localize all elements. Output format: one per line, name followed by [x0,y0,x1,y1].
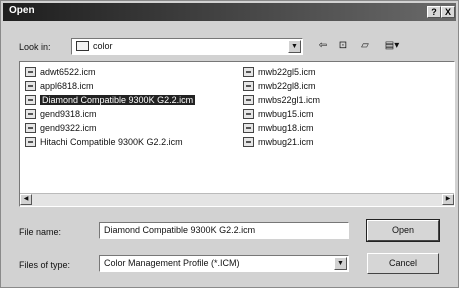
file-item-label: mwb22gl5.icm [258,67,316,77]
file-item[interactable]: mwbs22gl1.icm [242,94,324,107]
file-item-label: mwb22gl8.icm [258,81,316,91]
open-dialog: Open ? X Look in: color ▼ ⇦ ⊡ ▱ ▤▾ adwt6… [0,0,459,288]
file-item[interactable]: gend9318.icm [24,108,101,121]
chevron-down-icon[interactable]: ▼ [334,257,347,270]
title-bar: Open ? X [3,3,456,21]
icm-file-icon [25,81,36,91]
file-item-label: appl6818.icm [40,81,94,91]
file-name-label: File name: [19,227,62,237]
file-item[interactable]: mwb22gl5.icm [242,66,320,79]
file-item[interactable]: mwbug18.icm [242,122,318,135]
dialog-title: Open [9,5,35,16]
scroll-left-icon[interactable]: ◀ [20,194,32,205]
file-item[interactable]: mwb22gl8.icm [242,80,320,93]
file-item-label: gend9322.icm [40,123,97,133]
file-item-label: mwbug21.icm [258,137,314,147]
file-list[interactable]: adwt6522.icm appl6818.icm Diamond Compatib… [19,61,455,207]
folder-icon [76,40,89,51]
file-item-label: gend9318.icm [40,109,97,119]
chevron-down-icon[interactable]: ▼ [288,40,301,53]
icm-file-icon [25,95,36,105]
horizontal-scrollbar[interactable]: ◀ ▶ [20,193,454,206]
file-item-label: mwbs22gl1.icm [258,95,321,105]
file-name-field[interactable]: Diamond Compatible 9300K G2.2.icm [99,222,349,239]
look-in-select[interactable]: color ▼ [71,38,303,55]
icm-file-icon [243,95,254,105]
icm-file-icon [243,137,254,147]
new-folder-icon[interactable]: ▱ [357,39,373,53]
file-item[interactable]: gend9322.icm [24,122,101,135]
icm-file-icon [25,137,36,147]
file-item-label: adwt6522.icm [40,67,96,77]
file-item-label: mwbug18.icm [258,123,314,133]
look-in-label: Look in: [19,42,51,52]
cancel-button[interactable]: Cancel [367,253,439,274]
scroll-right-icon[interactable]: ▶ [442,194,454,205]
help-button[interactable]: ? [427,6,441,18]
icm-file-icon [243,109,254,119]
icm-file-icon [243,123,254,133]
close-button[interactable]: X [441,6,455,18]
file-item[interactable]: Diamond Compatible 9300K G2.2.icm [24,94,199,107]
icm-file-icon [243,81,254,91]
file-type-value: Color Management Profile (*.ICM) [104,258,240,268]
look-in-value: color [93,41,113,51]
icm-file-icon [25,67,36,77]
file-item-label: mwbug15.icm [258,109,314,119]
up-one-level-icon[interactable]: ⊡ [335,39,351,53]
file-item[interactable]: appl6818.icm [24,80,98,93]
icm-file-icon [25,123,36,133]
icm-file-icon [25,109,36,119]
file-item[interactable]: mwbug21.icm [242,136,318,149]
file-item[interactable]: mwbug15.icm [242,108,318,121]
icm-file-icon [243,67,254,77]
file-item-label: Diamond Compatible 9300K G2.2.icm [40,95,196,105]
file-item[interactable]: Hitachi Compatible 9300K G2.2.icm [24,136,187,149]
file-item[interactable]: adwt6522.icm [24,66,100,79]
open-button[interactable]: Open [366,219,440,242]
file-item-label: Hitachi Compatible 9300K G2.2.icm [40,137,183,147]
back-icon[interactable]: ⇦ [315,39,331,53]
file-type-select[interactable]: Color Management Profile (*.ICM) ▼ [99,255,349,272]
file-type-label: Files of type: [19,260,71,270]
file-name-value: Diamond Compatible 9300K G2.2.icm [104,225,256,235]
view-menu-icon[interactable]: ▤▾ [381,39,403,53]
